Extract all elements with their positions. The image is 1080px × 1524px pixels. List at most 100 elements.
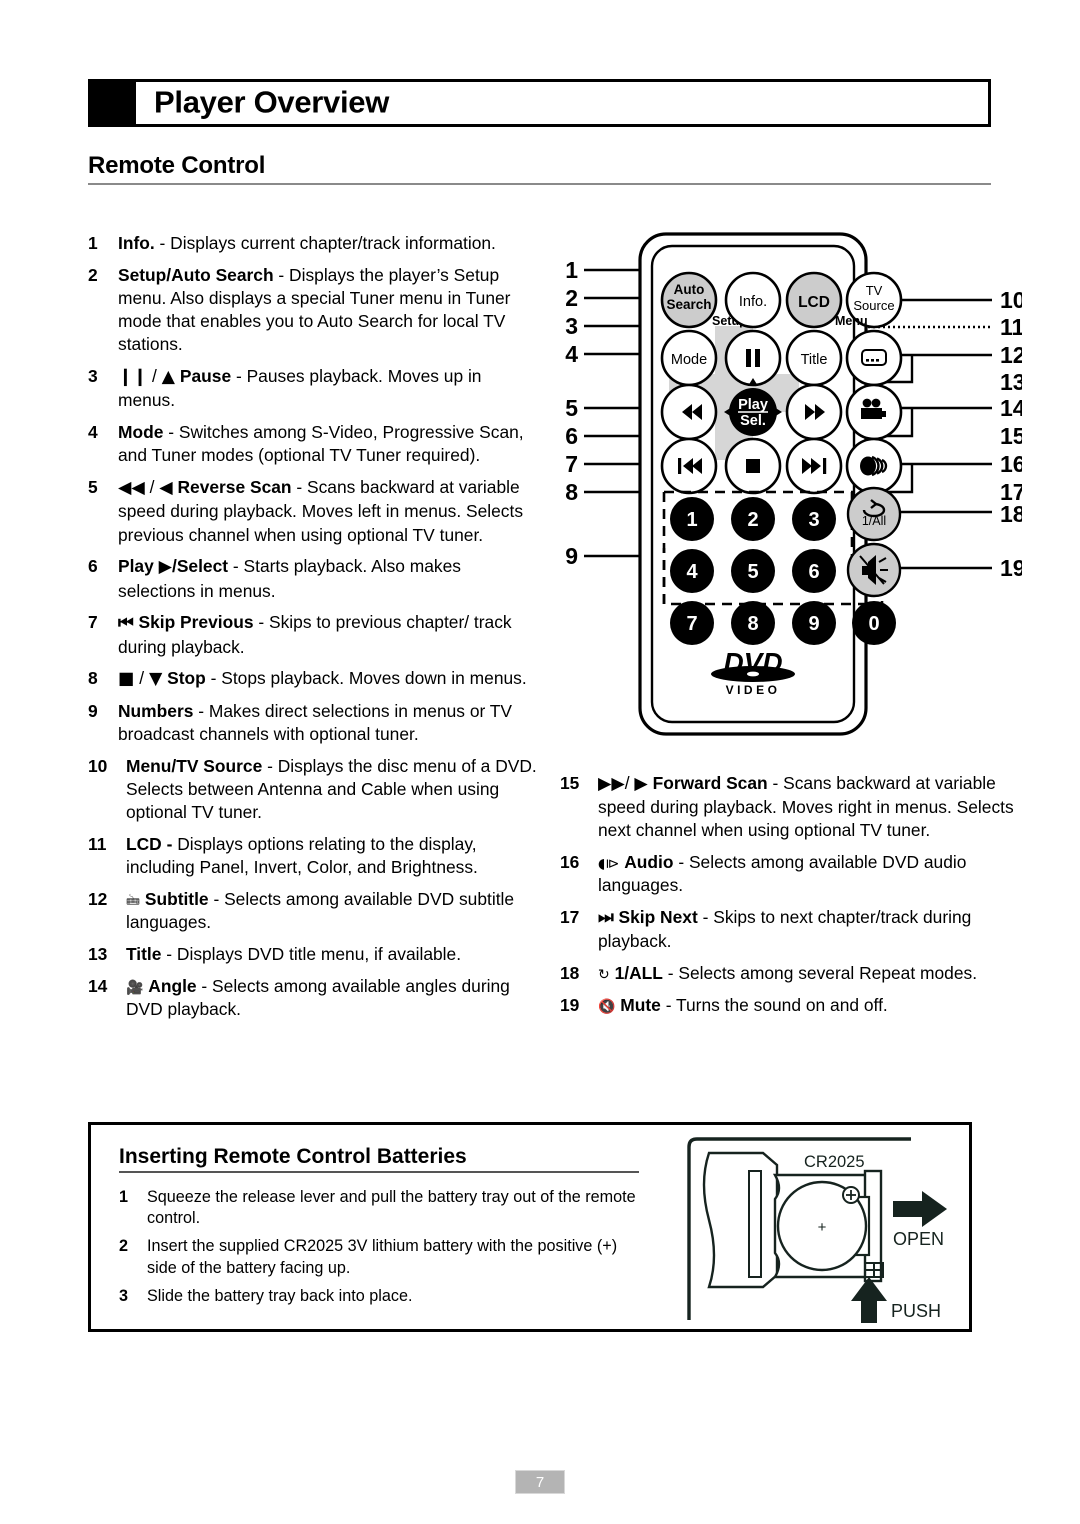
remote-feature-item-number: 15 [560,773,580,793]
remote-feature-item: 5 ◀◀ / ◀ Reverse Scan - Scans backward at… [88,476,543,547]
battery-step: 1 Squeeze the release lever and pull the … [119,1187,639,1229]
remote-feature-item-text: LCD - Displays options relating to the d… [126,834,478,878]
remote-feature-item-number: 12 [88,889,108,910]
battery-insert-diagram: + CR2025 OPEN PUSH [679,1125,969,1329]
callout-19: 19 [1000,555,1022,581]
remote-feature-item-text: ❙❙ / ▲ Pause - Pauses playback. Moves up… [118,366,482,411]
remote-feature-item: 10 Menu/TV Source - Displays the disc men… [88,755,543,825]
svg-text:4: 4 [686,561,698,583]
svg-text:7: 7 [686,613,697,635]
remote-feature-item-number: 9 [88,700,98,721]
open-label: OPEN [893,1229,944,1249]
remote-feature-item-text: ■ / ▼ Stop - Stops playback. Moves down … [118,668,527,690]
remote-feature-item-number: 16 [560,852,580,873]
remote-feature-item-number: 6 [88,556,98,577]
battery-heading: Inserting Remote Control Batteries [119,1145,639,1173]
remote-grip-body [702,1151,779,1289]
document-page: Player Overview Remote Control 1 Info. - … [0,0,1080,1524]
push-arrow-icon [851,1277,887,1323]
page-header-banner: Player Overview [88,79,991,127]
button-auto-search-label-2: Search [666,297,711,312]
remote-feature-item-text: 🔇 Mute - Turns the sound on and off. [598,994,888,1015]
battery-heading-label: Inserting Remote Control Batteries [119,1145,467,1168]
subtitle-icon-dots [866,359,879,362]
callout-18: 18 [1000,501,1022,527]
remote-feature-item-text: Play ▶/Select - Starts playback. Also ma… [118,556,461,601]
remote-feature-item: 1 Info. - Displays current chapter/track … [88,232,543,255]
remote-feature-item-text: ▶▶/ ▶ Forward Scan - Scans backward at v… [598,773,1014,841]
button-tv-source-label-2: Source [853,298,894,313]
callout-7: 7 [565,451,578,477]
button-play-label-2: Sel. [740,413,766,429]
section-heading-rule [88,183,991,185]
button-play-label-1: Play [738,397,768,413]
remote-feature-item: 9 Numbers - Makes direct selections in me… [88,700,543,746]
callout-15: 15 [1000,423,1022,449]
battery-step-text: Insert the supplied CR2025 3V lithium ba… [147,1237,618,1277]
remote-feature-item-number: 11 [88,834,107,855]
remote-feature-item: 19 🔇 Mute - Turns the sound on and off. [560,994,1030,1017]
remote-feature-item-number: 3 [88,366,98,387]
callout-3: 3 [565,313,578,339]
remote-feature-item-number: 4 [88,422,98,443]
remote-feature-list-right: 15 ▶▶/ ▶ Forward Scan - Scans backward at… [560,772,1030,1026]
battery-step-number: 2 [119,1237,129,1256]
remote-feature-item: 14 🎥 Angle - Selects among available angl… [88,975,543,1021]
remote-feature-item-text: ⏭ Skip Next - Skips to next chapter/trac… [598,907,972,952]
button-repeat-label: 1/All [862,514,886,528]
callout-2: 2 [565,285,578,311]
svg-text:5: 5 [747,561,758,583]
remote-feature-item-number: 2 [88,264,98,285]
battery-step: 3 Slide the battery tray back into place. [119,1286,639,1307]
svg-text:8: 8 [747,613,758,635]
battery-type-label: CR2025 [804,1153,865,1171]
header-black-swatch [91,82,136,124]
callout-11: 11 [1000,314,1022,340]
svg-text:2: 2 [747,509,758,531]
callout-4: 4 [565,341,578,367]
svg-text:0: 0 [868,613,879,635]
svg-text:6: 6 [808,561,819,583]
remote-feature-item-text: Menu/TV Source - Displays the disc menu … [126,755,537,823]
svg-text:1: 1 [686,509,697,531]
remote-grip-slot [748,1170,762,1278]
callout-5: 5 [565,395,578,421]
battery-step-number: 1 [119,1188,129,1206]
callout-8: 8 [565,479,578,505]
remote-feature-item-number: 14 [88,975,108,996]
remote-control-diagram: .bz { font-family:"Liberation Sans", san… [552,222,1022,752]
remote-feature-item: 16 ◖⧐ Audio - Selects among available DVD… [560,851,1030,897]
remote-feature-item-text: ↻ 1/ALL - Selects among several Repeat m… [598,963,978,984]
battery-step-number: 3 [119,1286,129,1305]
button-tv-source-label-1: TV [866,283,883,298]
remote-feature-item: 6 Play ▶/Select - Starts playback. Also m… [88,555,543,602]
button-lcd-label: LCD [798,294,830,311]
callout-9: 9 [565,543,578,569]
battery-step-text: Slide the battery tray back into place. [147,1286,413,1305]
remote-feature-item: 12 🖮 Subtitle - Selects among available D… [88,888,543,934]
remote-feature-item-text: Info. - Displays current chapter/track i… [118,233,496,253]
page-title: Player Overview [154,84,390,120]
battery-heading-rule [119,1171,639,1173]
remote-feature-item-text: 🖮 Subtitle - Selects among available DVD… [126,889,515,933]
remote-feature-item: 8 ■ / ▼ Stop - Stops playback. Moves down… [88,667,543,691]
remote-feature-item: 11 LCD - Displays options relating to the… [88,833,543,879]
battery-instructions-box: Inserting Remote Control Batteries 1 Sque… [88,1122,972,1332]
push-label: PUSH [891,1301,941,1321]
remote-feature-item-number: 19 [560,994,580,1015]
button-title-label: Title [801,352,828,368]
remote-feature-item-text: 🎥 Angle - Selects among available angles… [126,975,510,1020]
button-mode-label: Mode [671,352,707,368]
page-number: 7 [515,1470,565,1494]
remote-feature-item-text: Setup/Auto Search - Displays the player’… [118,264,511,355]
callout-numbers-right: 10 11 12 13 14 15 16 17 18 19 [1000,287,1022,581]
section-heading: Remote Control [88,152,991,185]
stop-icon [746,459,760,473]
open-arrow-icon [893,1191,947,1227]
remote-feature-item-number: 17 [560,907,580,928]
button-pause [724,329,782,387]
battery-steps-list: 1 Squeeze the release lever and pull the … [119,1187,639,1314]
callout-14: 14 [1000,395,1022,421]
remote-feature-item-number: 1 [88,233,98,253]
remote-feature-item-number: 13 [88,944,108,965]
